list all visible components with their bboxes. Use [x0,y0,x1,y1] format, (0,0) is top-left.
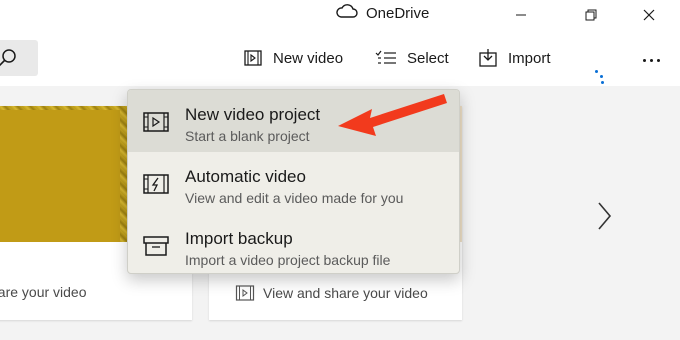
annotation-arrow-icon [338,94,447,136]
select-label: Select [407,49,449,67]
more-dot-icon [649,58,653,62]
more-options-button[interactable] [636,48,666,72]
import-icon [479,49,497,67]
menu-item-import-backup[interactable]: Import backup Import a video project bac… [128,214,459,273]
restore-button[interactable] [568,0,614,30]
archive-box-icon [143,236,169,256]
window-title-group: OneDrive [336,3,429,23]
more-dot-icon [642,58,646,62]
checklist-icon [375,50,396,64]
toolbar: New video Select Import [0,30,680,86]
minimize-icon [516,14,526,16]
loading-spinner-icon [592,70,612,84]
import-button[interactable]: Import [478,46,551,70]
next-page-button[interactable] [594,200,614,232]
new-video-button[interactable]: New video [243,46,343,70]
window-title: OneDrive [366,4,430,22]
video-project-icon [244,50,262,66]
menu-item-title: New video project [185,105,321,124]
close-icon [643,9,655,21]
search-button[interactable] [0,40,38,76]
new-video-label: New video [273,49,344,67]
video-project-icon [235,285,255,301]
video-card-caption: hare your video [0,284,87,300]
menu-item-title: Automatic video [185,167,306,186]
video-card-caption: View and share your video [235,284,428,302]
menu-item-subtitle: Import a video project backup file [185,252,391,268]
video-project-icon [143,112,169,132]
restore-icon [585,9,597,21]
menu-item-subtitle: Start a blank project [185,128,310,144]
menu-item-subtitle: View and edit a video made for you [185,190,404,206]
search-icon [0,49,16,67]
menu-item-title: Import backup [185,229,293,248]
automatic-video-icon [143,174,169,194]
title-bar: OneDrive [0,0,680,30]
onedrive-cloud-icon[interactable] [336,3,358,23]
minimize-button[interactable] [498,0,544,30]
close-button[interactable] [626,0,672,30]
select-button[interactable]: Select [375,46,449,70]
import-label: Import [508,49,551,67]
more-dot-icon [656,58,660,62]
chevron-right-icon [598,202,612,230]
menu-item-automatic-video[interactable]: Automatic video View and edit a video ma… [128,152,459,214]
